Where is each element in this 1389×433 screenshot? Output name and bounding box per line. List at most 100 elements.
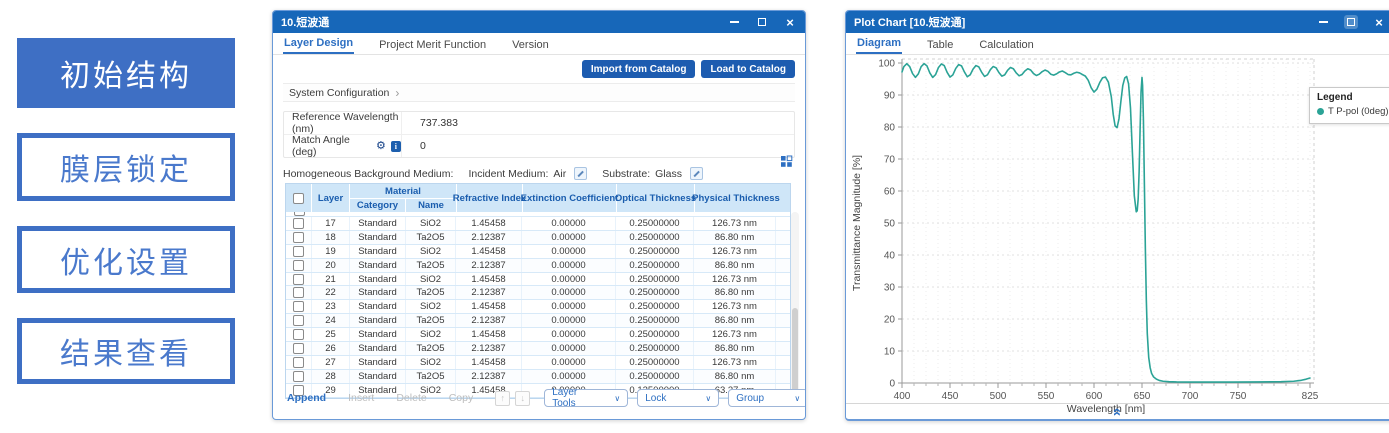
row-checkbox[interactable] — [293, 343, 304, 354]
plot-window-titlebar[interactable]: Plot Chart [10.短波通] × — [846, 11, 1389, 33]
table-cell: 17 — [312, 217, 350, 230]
design-window-titlebar[interactable]: 10.短波通 × — [273, 11, 805, 33]
x-axis-label: Wavelength [nm] — [1067, 403, 1145, 415]
legend-entry[interactable]: T P-pol (0deg) — [1317, 106, 1389, 117]
tab-project-merit-function[interactable]: Project Merit Function — [378, 37, 487, 54]
nav-button-layer-lock[interactable]: 膜层锁定 — [17, 133, 235, 201]
row-checkbox[interactable] — [293, 218, 304, 229]
info-icon[interactable]: i — [391, 141, 401, 152]
table-row[interactable]: 18StandardTa2O52.123870.000000.250000008… — [286, 231, 790, 245]
delete-button[interactable]: Delete — [396, 392, 426, 404]
edit-incident-medium-icon[interactable] — [574, 167, 587, 180]
insert-button[interactable]: Insert — [348, 392, 374, 404]
maximize-icon[interactable] — [1344, 15, 1358, 29]
table-cell: Standard — [350, 231, 406, 244]
nav-button-result-view[interactable]: 结果查看 — [17, 318, 235, 384]
table-row[interactable]: 23StandardSiO21.454580.000000.2500000012… — [286, 300, 790, 314]
table-cell: Standard — [350, 314, 406, 327]
table-row[interactable]: 26StandardTa2O52.123870.000000.250000008… — [286, 342, 790, 356]
plot-chart-window: Plot Chart [10.短波通] × Diagram Table Calc… — [845, 10, 1389, 421]
x-tick-label: 400 — [894, 391, 911, 402]
collapse-chevron-icon[interactable]: « — [1110, 402, 1126, 421]
x-tick-label: 825 — [1302, 391, 1319, 402]
table-scrollbar-thumb[interactable] — [792, 308, 798, 396]
y-tick-label: 50 — [884, 219, 896, 230]
table-row[interactable]: 24StandardTa2O52.123870.000000.250000008… — [286, 314, 790, 328]
row-checkbox[interactable] — [293, 315, 304, 326]
tab-layer-design[interactable]: Layer Design — [283, 35, 354, 54]
select-all-checkbox[interactable] — [293, 193, 304, 204]
col-header-layer[interactable]: Layer — [312, 184, 350, 212]
maximize-icon[interactable] — [755, 15, 769, 29]
system-configuration-header[interactable]: System Configuration › — [283, 83, 795, 102]
tab-table[interactable]: Table — [926, 37, 954, 54]
match-angle-value[interactable]: 0 — [402, 140, 426, 152]
table-row[interactable]: 25StandardSiO21.454580.000000.2500000012… — [286, 328, 790, 342]
table-row[interactable]: 21StandardSiO21.454580.000000.2500000012… — [286, 273, 790, 287]
append-button[interactable]: Append — [287, 392, 326, 404]
move-up-icon[interactable]: ↑ — [495, 391, 510, 406]
table-cell: 1.45458 — [456, 300, 522, 313]
edit-substrate-icon[interactable] — [690, 167, 703, 180]
row-checkbox[interactable] — [293, 357, 304, 368]
table-row[interactable]: 22StandardTa2O52.123870.000000.250000008… — [286, 286, 790, 300]
close-icon[interactable]: × — [783, 15, 797, 29]
col-header-category[interactable]: Category — [350, 199, 406, 212]
table-row[interactable]: 17StandardSiO21.454580.000000.2500000012… — [286, 217, 790, 231]
col-header-name[interactable]: Name — [406, 199, 456, 212]
col-header-physical-thickness[interactable]: Physical Thickness — [695, 184, 777, 212]
col-header-material[interactable]: Material — [350, 184, 456, 199]
import-from-catalog-button[interactable]: Import from Catalog — [582, 60, 696, 78]
row-checkbox[interactable] — [293, 287, 304, 298]
table-cell: 21 — [312, 273, 350, 286]
row-checkbox[interactable] — [293, 260, 304, 271]
table-cell: 0.00000 — [522, 245, 616, 258]
table-cell: 26 — [312, 342, 350, 355]
row-checkbox[interactable] — [293, 232, 304, 243]
table-row[interactable]: 28StandardTa2O52.123870.000000.250000008… — [286, 370, 790, 384]
system-configuration-label: System Configuration — [289, 87, 389, 99]
tab-diagram[interactable]: Diagram — [856, 35, 902, 54]
reference-wavelength-value[interactable]: 737.383 — [402, 117, 458, 129]
y-tick-label: 0 — [889, 379, 895, 390]
gear-icon[interactable]: ⚙ — [376, 141, 386, 152]
table-row[interactable]: 20StandardTa2O52.123870.000000.250000008… — [286, 259, 790, 273]
tab-version[interactable]: Version — [511, 37, 550, 54]
col-header-extinction-coefficient[interactable]: Extinction Coefficient — [523, 184, 617, 212]
table-cell: 0.25000000 — [616, 217, 694, 230]
row-checkbox[interactable] — [293, 371, 304, 382]
col-header-refractive-index[interactable]: Refractive Index — [457, 184, 523, 212]
col-header-optical-thickness[interactable]: Optical Thickness — [617, 184, 695, 212]
nav-button-initial-structure[interactable]: 初始结构 — [17, 38, 235, 108]
table-cell: Standard — [350, 273, 406, 286]
row-checkbox[interactable] — [293, 274, 304, 285]
table-cell: Ta2O5 — [406, 314, 456, 327]
minimize-icon[interactable] — [727, 15, 741, 29]
x-tick-label: 650 — [1134, 391, 1151, 402]
table-cell: Ta2O5 — [406, 370, 456, 383]
copy-button[interactable]: Copy — [449, 392, 474, 404]
legend-entry-label: T P-pol (0deg) — [1328, 106, 1389, 117]
group-dropdown[interactable]: Group ∨ — [728, 389, 806, 407]
table-cell: 18 — [312, 231, 350, 244]
table-cell: 0.25000000 — [616, 328, 694, 341]
row-checkbox[interactable] — [293, 301, 304, 312]
table-cell: 0.25000000 — [616, 273, 694, 286]
row-checkbox[interactable] — [293, 329, 304, 340]
table-cell: Ta2O5 — [406, 342, 456, 355]
minimize-icon[interactable] — [1316, 15, 1330, 29]
table-row[interactable]: 27StandardSiO21.454580.000000.2500000012… — [286, 356, 790, 370]
table-row[interactable]: 19StandardSiO21.454580.000000.2500000012… — [286, 245, 790, 259]
lock-dropdown[interactable]: Lock ∨ — [637, 389, 719, 407]
row-checkbox[interactable] — [293, 246, 304, 257]
x-tick-label: 700 — [1182, 391, 1199, 402]
close-icon[interactable]: × — [1372, 15, 1386, 29]
table-cell: 0.25000000 — [616, 231, 694, 244]
table-cell: 1.45458 — [456, 356, 522, 369]
layer-tools-dropdown[interactable]: Layer Tools ∨ — [544, 389, 628, 407]
move-down-icon[interactable]: ↓ — [515, 391, 530, 406]
nav-button-optimization-setup[interactable]: 优化设置 — [17, 226, 235, 293]
load-to-catalog-button[interactable]: Load to Catalog — [701, 60, 795, 78]
table-settings-icon[interactable] — [780, 155, 793, 168]
tab-calculation[interactable]: Calculation — [978, 37, 1034, 54]
